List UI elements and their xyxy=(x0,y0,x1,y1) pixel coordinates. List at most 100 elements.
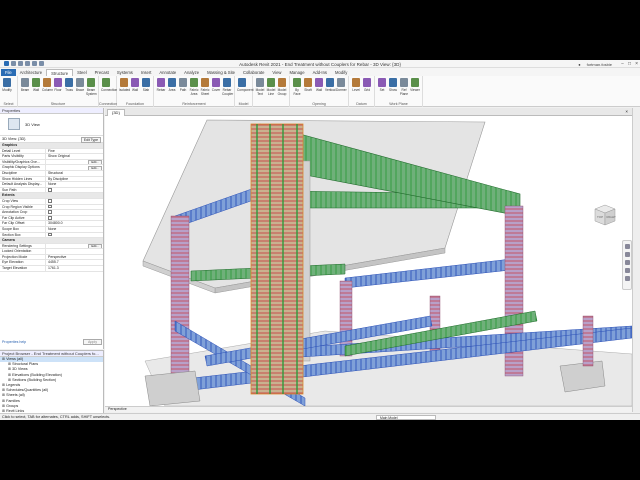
close-button[interactable]: × xyxy=(635,61,638,67)
tab-collaborate[interactable]: Collaborate xyxy=(239,69,268,76)
rebar-button[interactable]: Rebar xyxy=(156,78,166,92)
footing-left[interactable] xyxy=(144,370,201,406)
area-button[interactable]: Area xyxy=(167,78,177,92)
close-view-icon[interactable]: × xyxy=(625,109,628,114)
property-value[interactable] xyxy=(46,199,103,204)
ref-plane-button[interactable]: Ref Plane xyxy=(399,78,409,96)
property-value[interactable]: Perspective xyxy=(46,255,103,260)
property-value[interactable]: 1761.3 xyxy=(46,266,103,271)
property-value[interactable]: 304800.0 xyxy=(46,221,103,226)
properties-help-link[interactable]: Properties help xyxy=(2,340,26,344)
by-face-button[interactable]: By Face xyxy=(292,78,302,96)
user-icon[interactable]: ● xyxy=(578,62,580,67)
tab-architecture[interactable]: Architecture xyxy=(16,69,46,76)
property-edit-button[interactable]: Edit... xyxy=(88,165,102,170)
isolated-button[interactable]: Isolated xyxy=(119,78,130,92)
view-cube[interactable]: TOP RIGHT xyxy=(592,203,618,227)
property-checkbox[interactable] xyxy=(48,204,52,209)
tab-insert[interactable]: Insert xyxy=(137,69,155,76)
fabric-sheet-button[interactable]: Fabric Sheet xyxy=(200,78,210,96)
orbit-icon[interactable] xyxy=(624,260,630,265)
model-group-button[interactable]: Model Group xyxy=(277,78,287,96)
active-model-selector[interactable]: Main Model xyxy=(376,414,436,420)
wall-button[interactable]: Wall xyxy=(130,78,140,92)
beam-button[interactable]: Beam xyxy=(20,78,30,92)
truss-button[interactable]: Truss xyxy=(64,78,74,92)
model-line-button[interactable]: Model Line xyxy=(266,78,276,96)
model-text-button[interactable]: Model Text xyxy=(255,78,265,96)
beam-system-button[interactable]: Beam System xyxy=(86,78,97,96)
component-button[interactable]: Component xyxy=(237,78,253,92)
property-value[interactable] xyxy=(46,188,103,193)
apply-button[interactable]: Apply xyxy=(83,339,102,345)
tab-structure[interactable]: Structure xyxy=(46,68,74,76)
type-selector[interactable]: 3D View xyxy=(0,114,103,136)
view-tab-3d[interactable]: {3D} xyxy=(107,109,125,116)
shaft-button[interactable]: Shaft xyxy=(303,78,313,92)
tab-steel[interactable]: Steel xyxy=(73,69,91,76)
property-checkbox[interactable] xyxy=(48,210,52,214)
modify-button[interactable]: Modify xyxy=(2,78,12,92)
property-checkbox[interactable] xyxy=(48,199,52,203)
tab-systems[interactable]: Systems xyxy=(113,69,137,76)
grid-button[interactable]: Grid xyxy=(362,78,372,92)
minimize-button[interactable]: − xyxy=(621,61,624,67)
property-value[interactable]: None xyxy=(46,227,103,232)
set-button[interactable]: Set xyxy=(377,78,387,92)
slab-button[interactable]: Slab xyxy=(141,78,151,92)
3d-viewport[interactable] xyxy=(105,116,632,406)
maximize-button[interactable]: □ xyxy=(628,61,631,67)
property-checkbox[interactable] xyxy=(48,216,52,220)
property-value[interactable]: Edit... xyxy=(46,244,103,249)
property-checkbox[interactable] xyxy=(48,232,52,237)
edit-type-button[interactable]: Edit Type xyxy=(80,137,101,143)
vertical-scrollbar[interactable] xyxy=(632,108,640,412)
wall-button[interactable]: Wall xyxy=(314,78,324,92)
projection-label[interactable]: Perspective xyxy=(108,407,127,411)
property-edit-button[interactable]: Edit... xyxy=(88,160,102,165)
property-value[interactable] xyxy=(46,249,103,254)
tab-modify[interactable]: Modify xyxy=(331,69,351,76)
cover-button[interactable]: Cover xyxy=(211,78,221,92)
zoom-icon[interactable] xyxy=(624,252,630,257)
vertical-button[interactable]: Vertical xyxy=(325,78,335,92)
tab-add-ins[interactable]: Add-Ins xyxy=(309,69,331,76)
instance-selector[interactable]: 3D View: {3D} Edit Type xyxy=(0,136,103,143)
tab-analyze[interactable]: Analyze xyxy=(180,69,203,76)
property-value[interactable]: Edit... xyxy=(46,165,103,170)
main-front-column[interactable] xyxy=(250,123,304,395)
tab-file[interactable]: File xyxy=(1,68,16,76)
property-value[interactable] xyxy=(46,232,103,238)
column-button[interactable]: Column xyxy=(42,78,53,92)
property-value[interactable]: By Discipline xyxy=(46,177,103,182)
brace-button[interactable]: Brace xyxy=(75,78,85,92)
show-button[interactable]: Show xyxy=(388,78,398,92)
viewer-button[interactable]: Viewer xyxy=(410,78,420,92)
tab-annotate[interactable]: Annotate xyxy=(155,69,180,76)
fabric-area-button[interactable]: Fabric Area xyxy=(189,78,199,96)
property-edit-button[interactable]: Edit... xyxy=(88,244,102,249)
tab-manage[interactable]: Manage xyxy=(285,69,308,76)
rebar-coupler-button[interactable]: Rebar Coupler xyxy=(222,78,233,96)
property-value[interactable] xyxy=(46,204,103,210)
property-value[interactable] xyxy=(46,216,103,221)
property-value[interactable]: None xyxy=(46,182,103,187)
property-value[interactable]: Structural xyxy=(46,171,103,176)
tab-massing-site[interactable]: Massing & Site xyxy=(203,69,239,76)
level-button[interactable]: Level xyxy=(351,78,361,92)
tab-precast[interactable]: Precast xyxy=(91,69,113,76)
column-right-front[interactable] xyxy=(582,315,594,367)
wall-button[interactable]: Wall xyxy=(31,78,41,92)
property-value[interactable]: Edit... xyxy=(46,160,103,165)
dormer-button[interactable]: Dormer xyxy=(336,78,347,92)
property-value[interactable]: Fine xyxy=(46,149,103,154)
steering-wheel-icon[interactable] xyxy=(624,244,630,249)
floor-button[interactable]: Floor xyxy=(53,78,63,92)
property-value[interactable]: Show Original xyxy=(46,154,103,159)
user-name[interactable]: fortman.fosbie xyxy=(587,62,612,67)
property-value[interactable] xyxy=(46,210,103,215)
connection-button[interactable]: Connection xyxy=(101,78,117,92)
property-value[interactable]: 4455.7 xyxy=(46,260,103,265)
fit-icon[interactable] xyxy=(624,276,630,281)
path-button[interactable]: Path xyxy=(178,78,188,92)
